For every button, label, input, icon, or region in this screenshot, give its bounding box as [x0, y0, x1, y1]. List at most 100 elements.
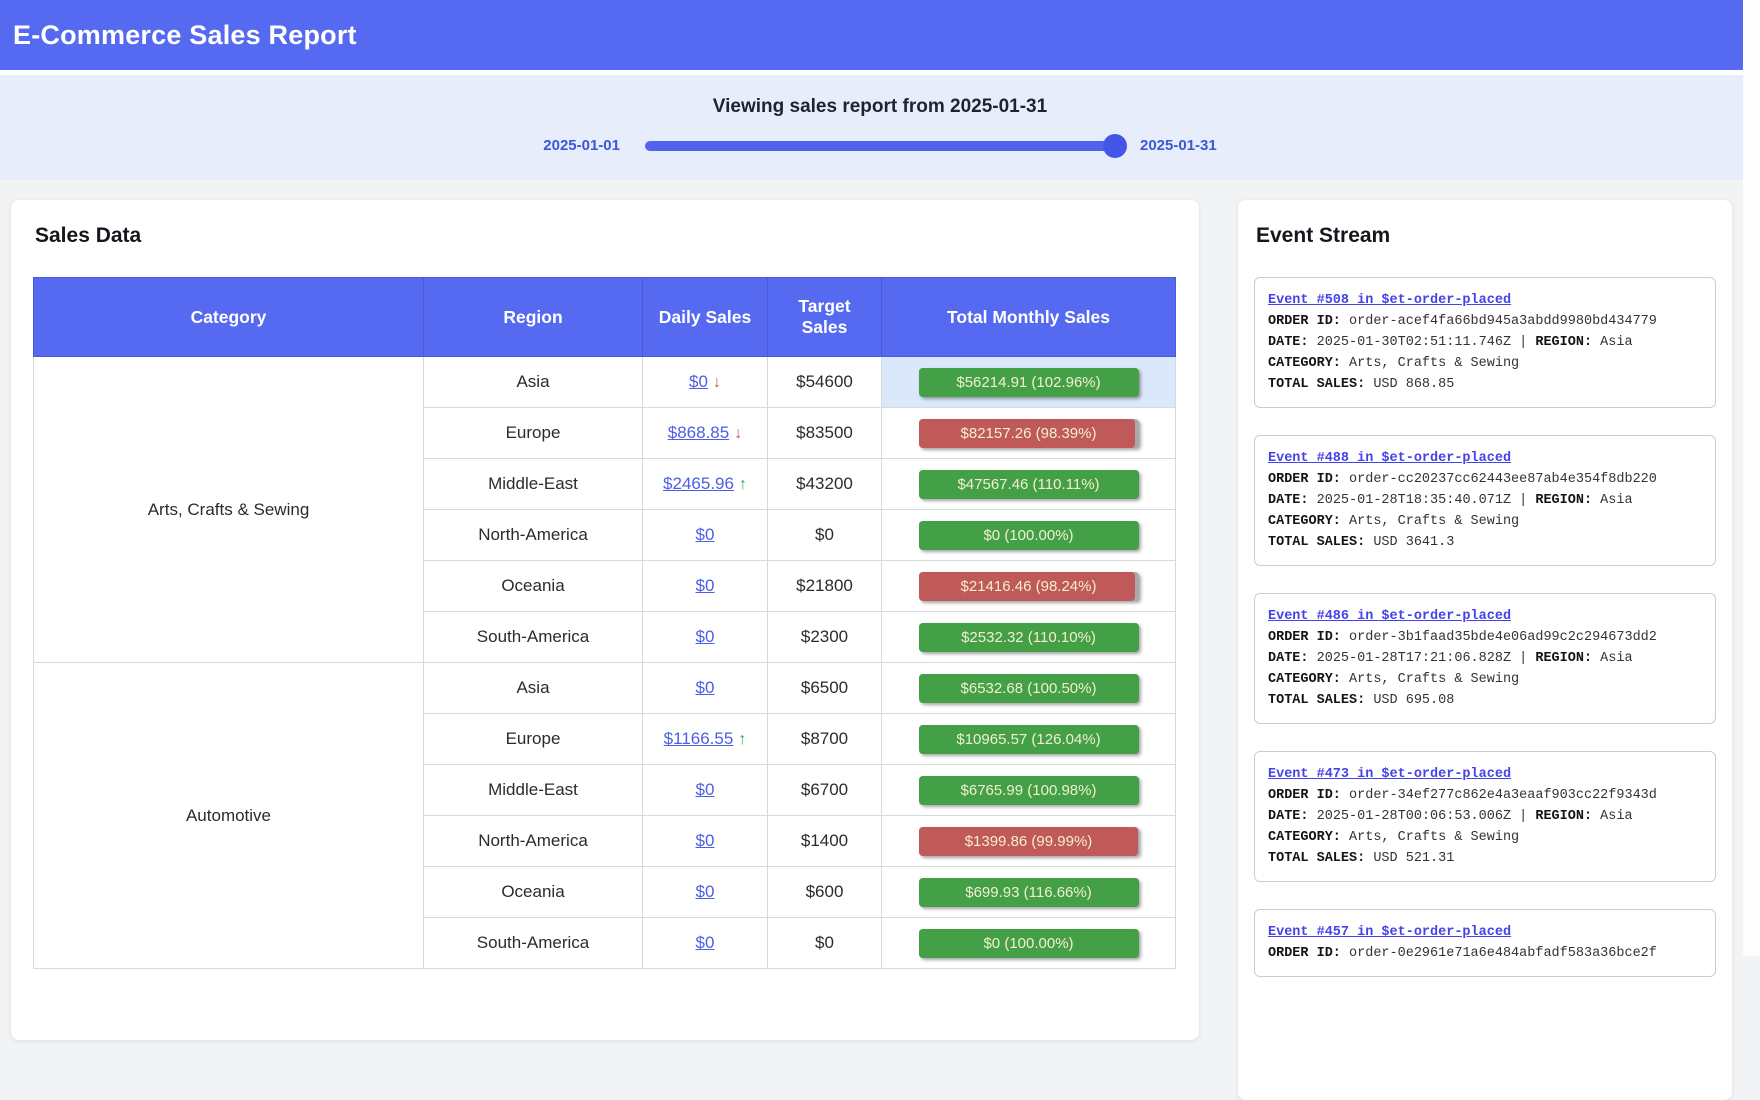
daily-sales-cell: $2465.96 ↑ — [643, 459, 768, 510]
total-monthly-sales-cell: $1399.86 (99.99%) — [882, 816, 1176, 867]
target-sales-cell: $0 — [768, 510, 882, 561]
daily-sales-link[interactable]: $0 — [696, 525, 715, 544]
event-detail-line: ORDER ID: order-3b1faad35bde4e06ad99c2c2… — [1268, 627, 1702, 648]
monthly-sales-bar-label: $56214.91 (102.96%) — [919, 368, 1139, 397]
event-detail-line: DATE: 2025-01-28T00:06:53.006Z | REGION:… — [1268, 806, 1702, 827]
daily-sales-link[interactable]: $2465.96 — [663, 474, 734, 493]
daily-sales-cell: $0 — [643, 612, 768, 663]
sales-table-header-row: CategoryRegionDaily SalesTarget SalesTot… — [34, 278, 1176, 357]
region-cell: Asia — [424, 663, 643, 714]
daily-sales-link[interactable]: $0 — [696, 831, 715, 850]
event-detail-line: TOTAL SALES: USD 521.31 — [1268, 848, 1702, 869]
target-sales-cell: $21800 — [768, 561, 882, 612]
event-card: Event #488 in $et-order-placedORDER ID: … — [1254, 435, 1716, 566]
event-link[interactable]: Event #457 in $et-order-placed — [1268, 925, 1511, 940]
total-monthly-sales-cell: $82157.26 (98.39%) — [882, 408, 1176, 459]
report-controls: Viewing sales report from 2025-01-31 202… — [0, 75, 1760, 180]
target-sales-cell: $6500 — [768, 663, 882, 714]
event-link[interactable]: Event #473 in $et-order-placed — [1268, 767, 1511, 782]
monthly-sales-bar-track: $2532.32 (110.10%) — [919, 623, 1139, 652]
monthly-sales-bar-track: $0 (100.00%) — [919, 929, 1139, 958]
total-monthly-sales-cell: $6765.99 (100.98%) — [882, 765, 1176, 816]
event-link[interactable]: Event #486 in $et-order-placed — [1268, 609, 1511, 624]
event-detail-line: DATE: 2025-01-30T02:51:11.746Z | REGION:… — [1268, 332, 1702, 353]
daily-sales-cell: $0 — [643, 867, 768, 918]
monthly-sales-bar-label: $6765.99 (100.98%) — [919, 776, 1139, 805]
total-monthly-sales-cell: $21416.46 (98.24%) — [882, 561, 1176, 612]
total-monthly-sales-cell: $6532.68 (100.50%) — [882, 663, 1176, 714]
main-content: Sales Data CategoryRegionDaily SalesTarg… — [0, 180, 1760, 1100]
target-sales-cell: $43200 — [768, 459, 882, 510]
target-sales-cell: $83500 — [768, 408, 882, 459]
event-link[interactable]: Event #488 in $et-order-placed — [1268, 451, 1511, 466]
monthly-sales-bar-track: $56214.91 (102.96%) — [919, 368, 1139, 397]
report-range-title: Viewing sales report from 2025-01-31 — [0, 96, 1760, 118]
region-cell: Oceania — [424, 867, 643, 918]
event-detail-line: DATE: 2025-01-28T18:35:40.071Z | REGION:… — [1268, 490, 1702, 511]
daily-sales-link[interactable]: $0 — [696, 678, 715, 697]
event-stream-title: Event Stream — [1256, 224, 1716, 248]
daily-sales-link[interactable]: $868.85 — [668, 423, 729, 442]
total-monthly-sales-cell: $56214.91 (102.96%) — [882, 357, 1176, 408]
target-sales-cell: $1400 — [768, 816, 882, 867]
region-cell: Europe — [424, 408, 643, 459]
vertical-scrollbar[interactable] — [1743, 0, 1760, 956]
monthly-sales-bar-track: $699.93 (116.66%) — [919, 878, 1139, 907]
target-sales-cell: $2300 — [768, 612, 882, 663]
daily-sales-cell: $0 — [643, 561, 768, 612]
event-link[interactable]: Event #508 in $et-order-placed — [1268, 293, 1511, 308]
trend-up-icon: ↑ — [739, 476, 747, 493]
date-slider-thumb[interactable] — [1103, 134, 1127, 158]
region-cell: Europe — [424, 714, 643, 765]
event-detail-line: ORDER ID: order-acef4fa66bd945a3abdd9980… — [1268, 311, 1702, 332]
daily-sales-link[interactable]: $0 — [696, 627, 715, 646]
monthly-sales-bar-label: $0 (100.00%) — [919, 521, 1139, 550]
event-detail-line: ORDER ID: order-34ef277c862e4a3eaaf903cc… — [1268, 785, 1702, 806]
total-monthly-sales-cell: $47567.46 (110.11%) — [882, 459, 1176, 510]
region-cell: North-America — [424, 510, 643, 561]
target-sales-cell: $0 — [768, 918, 882, 969]
event-detail-line: TOTAL SALES: USD 868.85 — [1268, 374, 1702, 395]
monthly-sales-bar-label: $1399.86 (99.99%) — [919, 827, 1139, 856]
monthly-sales-bar-track: $0 (100.00%) — [919, 521, 1139, 550]
trend-down-icon: ↓ — [713, 374, 721, 391]
trend-down-icon: ↓ — [734, 425, 742, 442]
monthly-sales-bar-label: $10965.57 (126.04%) — [919, 725, 1139, 754]
daily-sales-link[interactable]: $0 — [696, 576, 715, 595]
column-header-region: Region — [424, 278, 643, 357]
monthly-sales-bar-track: $6765.99 (100.98%) — [919, 776, 1139, 805]
event-detail-line: CATEGORY: Arts, Crafts & Sewing — [1268, 511, 1702, 532]
event-card: Event #457 in $et-order-placed ORDER ID: … — [1254, 909, 1716, 977]
daily-sales-link[interactable]: $1166.55 — [664, 729, 734, 748]
daily-sales-link[interactable]: $0 — [696, 882, 715, 901]
total-monthly-sales-cell: $699.93 (116.66%) — [882, 867, 1176, 918]
table-row-arts-crafts-sewing-asia: Arts, Crafts & SewingAsia$0↓$54600$56214… — [34, 357, 1176, 408]
monthly-sales-bar-track: $47567.46 (110.11%) — [919, 470, 1139, 499]
event-card: Event #486 in $et-order-placed ORDER ID: … — [1254, 593, 1716, 724]
date-slider-track[interactable] — [645, 141, 1115, 151]
daily-sales-cell: $0 — [643, 918, 768, 969]
event-card: Event #508 in $et-order-placed ORDER ID: … — [1254, 277, 1716, 408]
daily-sales-cell: $0 — [643, 765, 768, 816]
sales-data-panel: Sales Data CategoryRegionDaily SalesTarg… — [11, 200, 1199, 1040]
monthly-sales-bar-track: $1399.86 (99.99%) — [919, 827, 1139, 856]
monthly-sales-bar-track: $82157.26 (98.39%) — [919, 419, 1139, 448]
daily-sales-cell: $0 — [643, 816, 768, 867]
region-cell: Oceania — [424, 561, 643, 612]
monthly-sales-bar-label: $2532.32 (110.10%) — [919, 623, 1139, 652]
event-detail-line: ORDER ID: order-0e2961e71a6e484abfadf583… — [1268, 943, 1702, 964]
column-header-daily-sales: Daily Sales — [643, 278, 768, 357]
total-monthly-sales-cell: $0 (100.00%) — [882, 510, 1176, 561]
event-card: Event #473 in $et-order-placed ORDER ID: … — [1254, 751, 1716, 882]
monthly-sales-bar-label: $47567.46 (110.11%) — [919, 470, 1139, 499]
daily-sales-link[interactable]: $0 — [696, 933, 715, 952]
monthly-sales-bar-track: $21416.46 (98.24%) — [919, 572, 1139, 601]
target-sales-cell: $6700 — [768, 765, 882, 816]
daily-sales-link[interactable]: $0 — [696, 780, 715, 799]
daily-sales-link[interactable]: $0 — [689, 372, 708, 391]
region-cell: Middle-East — [424, 459, 643, 510]
total-monthly-sales-cell: $0 (100.00%) — [882, 918, 1176, 969]
region-cell: North-America — [424, 816, 643, 867]
event-list: Event #508 in $et-order-placed ORDER ID: … — [1254, 277, 1716, 977]
slider-end-label: 2025-01-31 — [1140, 137, 1217, 154]
